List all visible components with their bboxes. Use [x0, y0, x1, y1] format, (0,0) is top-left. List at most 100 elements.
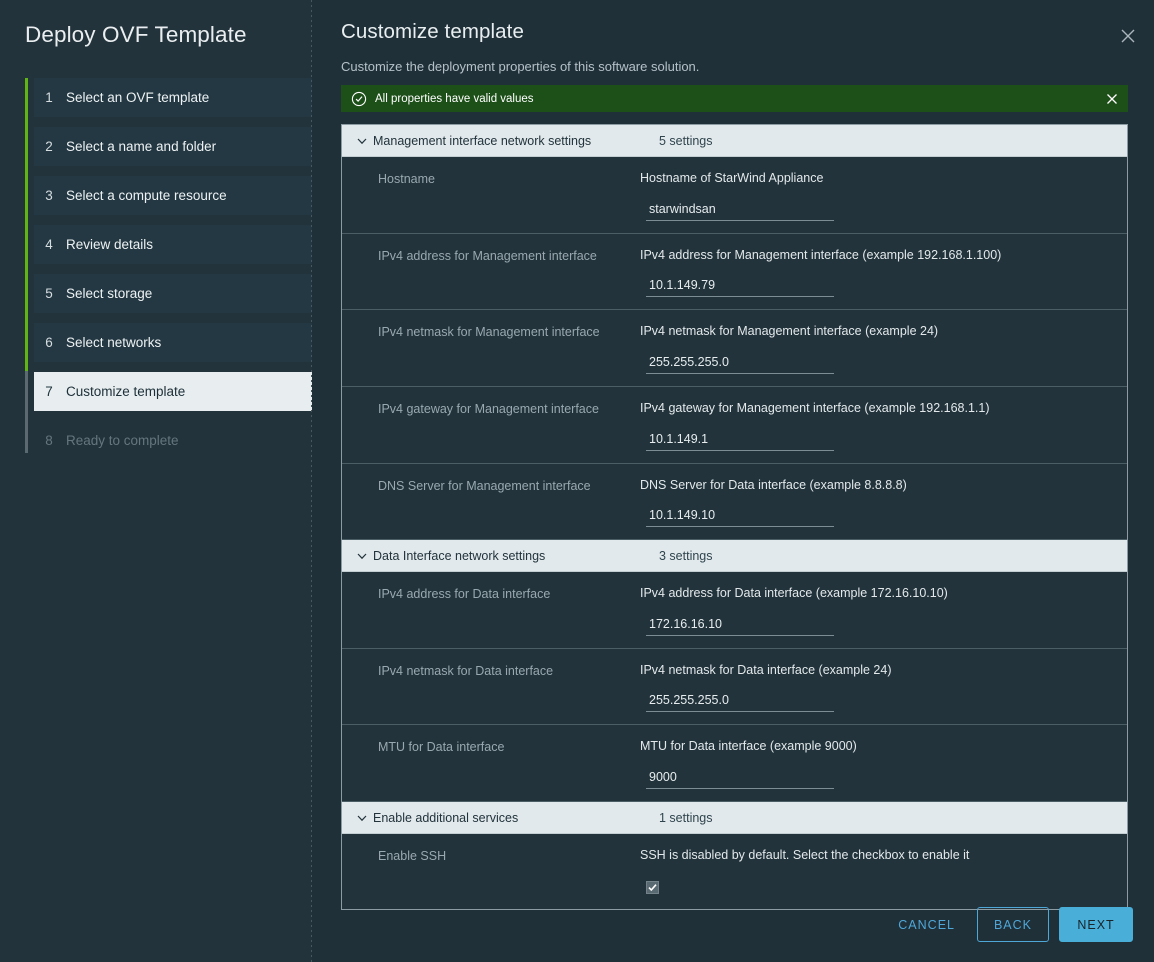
- property-description: Hostname of StarWind Appliance: [640, 171, 1107, 187]
- property-field: IPv4 netmask for Data interface (example…: [640, 663, 1127, 713]
- wizard-step-list: 1Select an OVF template 2Select a name an…: [25, 78, 312, 470]
- property-description: MTU for Data interface (example 9000): [640, 739, 1107, 755]
- settings-group-name: Data Interface network settings: [373, 549, 659, 563]
- wizard-title: Deploy OVF Template: [25, 22, 247, 48]
- page-subtitle: Customize the deployment properties of t…: [341, 59, 699, 74]
- property-label: IPv4 netmask for Data interface: [342, 663, 640, 679]
- property-field: IPv4 address for Management interface (e…: [640, 248, 1127, 298]
- check-circle-icon: [351, 91, 367, 107]
- wizard-step-label: Select an OVF template: [66, 90, 209, 105]
- property-label: Hostname: [342, 171, 640, 187]
- alert-close-icon[interactable]: [1104, 91, 1120, 107]
- settings-group-name: Management interface network settings: [373, 134, 659, 148]
- enable-ssh-checkbox[interactable]: [646, 881, 659, 894]
- property-row: IPv4 netmask for Management interfaceIPv…: [342, 310, 1127, 387]
- wizard-progress-rail: [25, 78, 28, 453]
- wizard-step-2[interactable]: 2Select a name and folder: [34, 127, 312, 166]
- main-panel: Customize template Customize the deploym…: [312, 0, 1154, 962]
- settings-group-name: Enable additional services: [373, 811, 659, 825]
- properties-form: Management interface network settings5 s…: [341, 124, 1128, 910]
- deploy-ovf-template-dialog: Deploy OVF Template 1Select an OVF templ…: [0, 0, 1154, 962]
- validation-alert: All properties have valid values: [341, 85, 1128, 112]
- property-description: IPv4 netmask for Data interface (example…: [640, 663, 1107, 679]
- cancel-button[interactable]: CANCEL: [884, 910, 969, 940]
- property-description: IPv4 address for Management interface (e…: [640, 248, 1107, 264]
- property-input[interactable]: [646, 202, 834, 221]
- alert-message: All properties have valid values: [375, 93, 1104, 105]
- wizard-step-label: Select storage: [66, 286, 152, 301]
- wizard-step-label: Review details: [66, 237, 153, 252]
- property-label: IPv4 gateway for Management interface: [342, 401, 640, 417]
- wizard-step-number: 7: [34, 384, 66, 399]
- property-input[interactable]: [646, 617, 834, 636]
- wizard-step-label: Ready to complete: [66, 433, 179, 448]
- property-row: DNS Server for Management interfaceDNS S…: [342, 464, 1127, 541]
- property-field: SSH is disabled by default. Select the c…: [640, 848, 1127, 897]
- property-input[interactable]: [646, 693, 834, 712]
- property-field: MTU for Data interface (example 9000): [640, 739, 1127, 789]
- property-row: IPv4 address for Management interfaceIPv…: [342, 234, 1127, 311]
- property-row: IPv4 netmask for Data interfaceIPv4 netm…: [342, 649, 1127, 726]
- wizard-step-label: Select a name and folder: [66, 139, 216, 154]
- property-description: IPv4 netmask for Management interface (e…: [640, 324, 1107, 340]
- next-button[interactable]: NEXT: [1059, 907, 1133, 942]
- property-input[interactable]: [646, 770, 834, 789]
- wizard-step-4[interactable]: 4Review details: [34, 225, 312, 264]
- wizard-step-number: 4: [34, 237, 66, 252]
- wizard-step-number: 8: [34, 433, 66, 448]
- property-label: Enable SSH: [342, 848, 640, 864]
- property-description: SSH is disabled by default. Select the c…: [640, 848, 1107, 864]
- wizard-step-number: 1: [34, 90, 66, 105]
- property-field: IPv4 netmask for Management interface (e…: [640, 324, 1127, 374]
- back-button[interactable]: BACK: [977, 907, 1049, 942]
- wizard-step-8: 8Ready to complete: [34, 421, 312, 460]
- property-row: Enable SSHSSH is disabled by default. Se…: [342, 834, 1127, 909]
- wizard-step-1[interactable]: 1Select an OVF template: [34, 78, 312, 117]
- wizard-progress-fill: [25, 78, 28, 371]
- wizard-step-number: 5: [34, 286, 66, 301]
- settings-group-header[interactable]: Management interface network settings5 s…: [342, 125, 1127, 157]
- property-row: IPv4 gateway for Management interfaceIPv…: [342, 387, 1127, 464]
- wizard-step-6[interactable]: 6Select networks: [34, 323, 312, 362]
- dialog-footer: CANCEL BACK NEXT: [884, 907, 1133, 942]
- property-input[interactable]: [646, 508, 834, 527]
- settings-group-header[interactable]: Data Interface network settings3 setting…: [342, 540, 1127, 572]
- wizard-step-number: 3: [34, 188, 66, 203]
- wizard-step-label: Customize template: [66, 384, 185, 399]
- property-label: IPv4 netmask for Management interface: [342, 324, 640, 340]
- property-description: IPv4 gateway for Management interface (e…: [640, 401, 1107, 417]
- wizard-step-5[interactable]: 5Select storage: [34, 274, 312, 313]
- property-input[interactable]: [646, 355, 834, 374]
- property-field: Hostname of StarWind Appliance: [640, 171, 1127, 221]
- settings-group-header[interactable]: Enable additional services1 settings: [342, 802, 1127, 834]
- property-description: DNS Server for Data interface (example 8…: [640, 478, 1107, 494]
- property-field: DNS Server for Data interface (example 8…: [640, 478, 1127, 528]
- wizard-step-label: Select a compute resource: [66, 188, 227, 203]
- property-row: IPv4 address for Data interfaceIPv4 addr…: [342, 572, 1127, 649]
- wizard-step-number: 2: [34, 139, 66, 154]
- property-row: HostnameHostname of StarWind Appliance: [342, 157, 1127, 234]
- wizard-step-label: Select networks: [66, 335, 161, 350]
- property-label: IPv4 address for Data interface: [342, 586, 640, 602]
- chevron-down-icon: [354, 133, 370, 149]
- wizard-step-7[interactable]: 7Customize template: [34, 372, 312, 411]
- chevron-down-icon: [354, 548, 370, 564]
- property-input[interactable]: [646, 278, 834, 297]
- property-label: MTU for Data interface: [342, 739, 640, 755]
- property-field: IPv4 address for Data interface (example…: [640, 586, 1127, 636]
- property-input[interactable]: [646, 432, 834, 451]
- chevron-down-icon: [354, 810, 370, 826]
- property-field: IPv4 gateway for Management interface (e…: [640, 401, 1127, 451]
- close-icon[interactable]: [1116, 24, 1140, 48]
- page-title: Customize template: [341, 20, 524, 44]
- property-row: MTU for Data interfaceMTU for Data inter…: [342, 725, 1127, 802]
- settings-group-count: 5 settings: [659, 134, 713, 148]
- property-label: IPv4 address for Management interface: [342, 248, 640, 264]
- wizard-sidebar: Deploy OVF Template 1Select an OVF templ…: [0, 0, 312, 962]
- property-description: IPv4 address for Data interface (example…: [640, 586, 1107, 602]
- wizard-step-number: 6: [34, 335, 66, 350]
- settings-group-count: 1 settings: [659, 811, 713, 825]
- property-label: DNS Server for Management interface: [342, 478, 640, 494]
- settings-group-count: 3 settings: [659, 549, 713, 563]
- wizard-step-3[interactable]: 3Select a compute resource: [34, 176, 312, 215]
